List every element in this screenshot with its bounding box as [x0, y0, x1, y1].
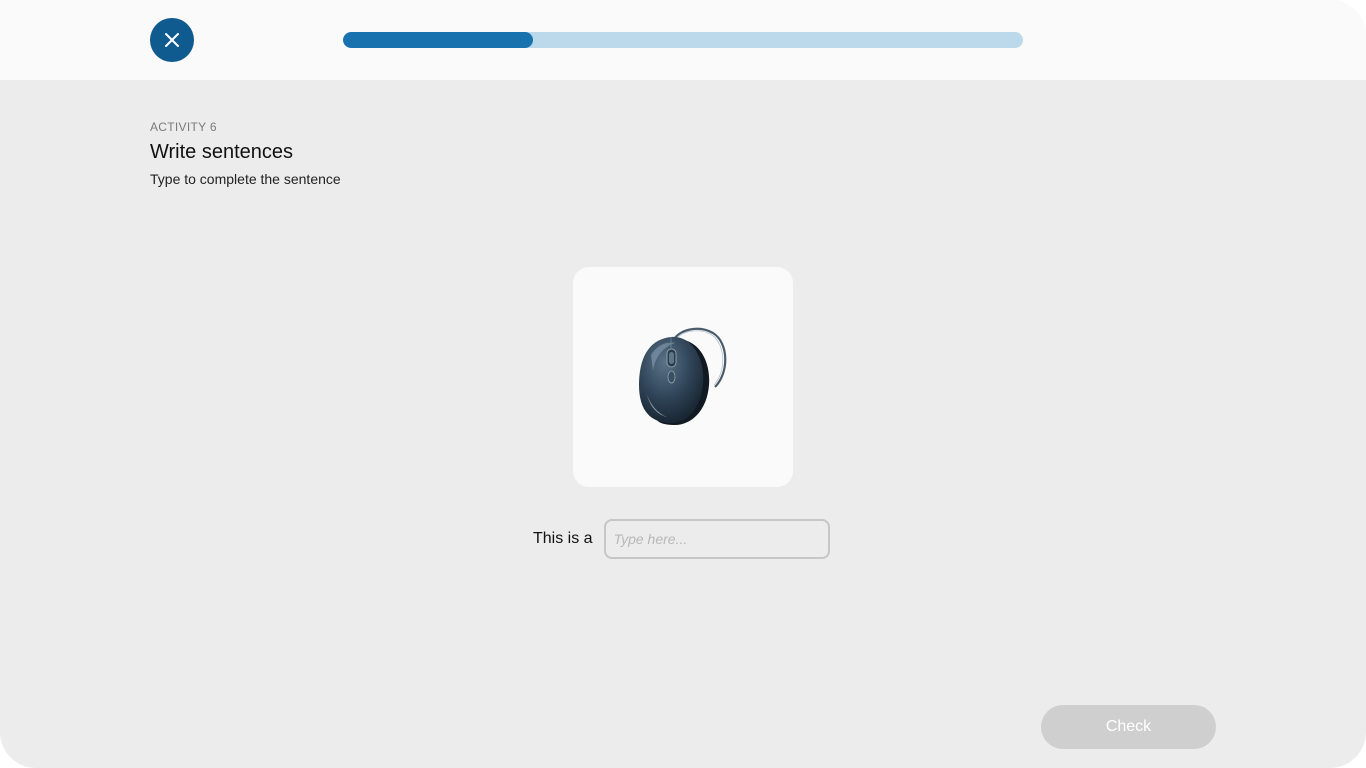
activity-screen: ACTIVITY 6 Write sentences Type to compl… — [0, 0, 1366, 768]
answer-input[interactable] — [603, 519, 830, 559]
check-button[interactable]: Check — [1041, 705, 1216, 749]
question-image-card — [573, 267, 793, 487]
progress-bar — [343, 32, 1023, 48]
top-bar — [0, 0, 1366, 80]
sentence-prefix: This is a — [533, 530, 593, 547]
activity-instructions: Type to complete the sentence — [150, 171, 341, 187]
close-button[interactable] — [150, 18, 194, 62]
progress-bar-fill — [343, 32, 534, 48]
sentence-row: This is a — [533, 517, 830, 561]
computer-mouse-icon — [639, 327, 727, 425]
activity-number: ACTIVITY 6 — [150, 120, 217, 134]
close-icon — [165, 33, 179, 47]
activity-title: Write sentences — [150, 141, 294, 163]
